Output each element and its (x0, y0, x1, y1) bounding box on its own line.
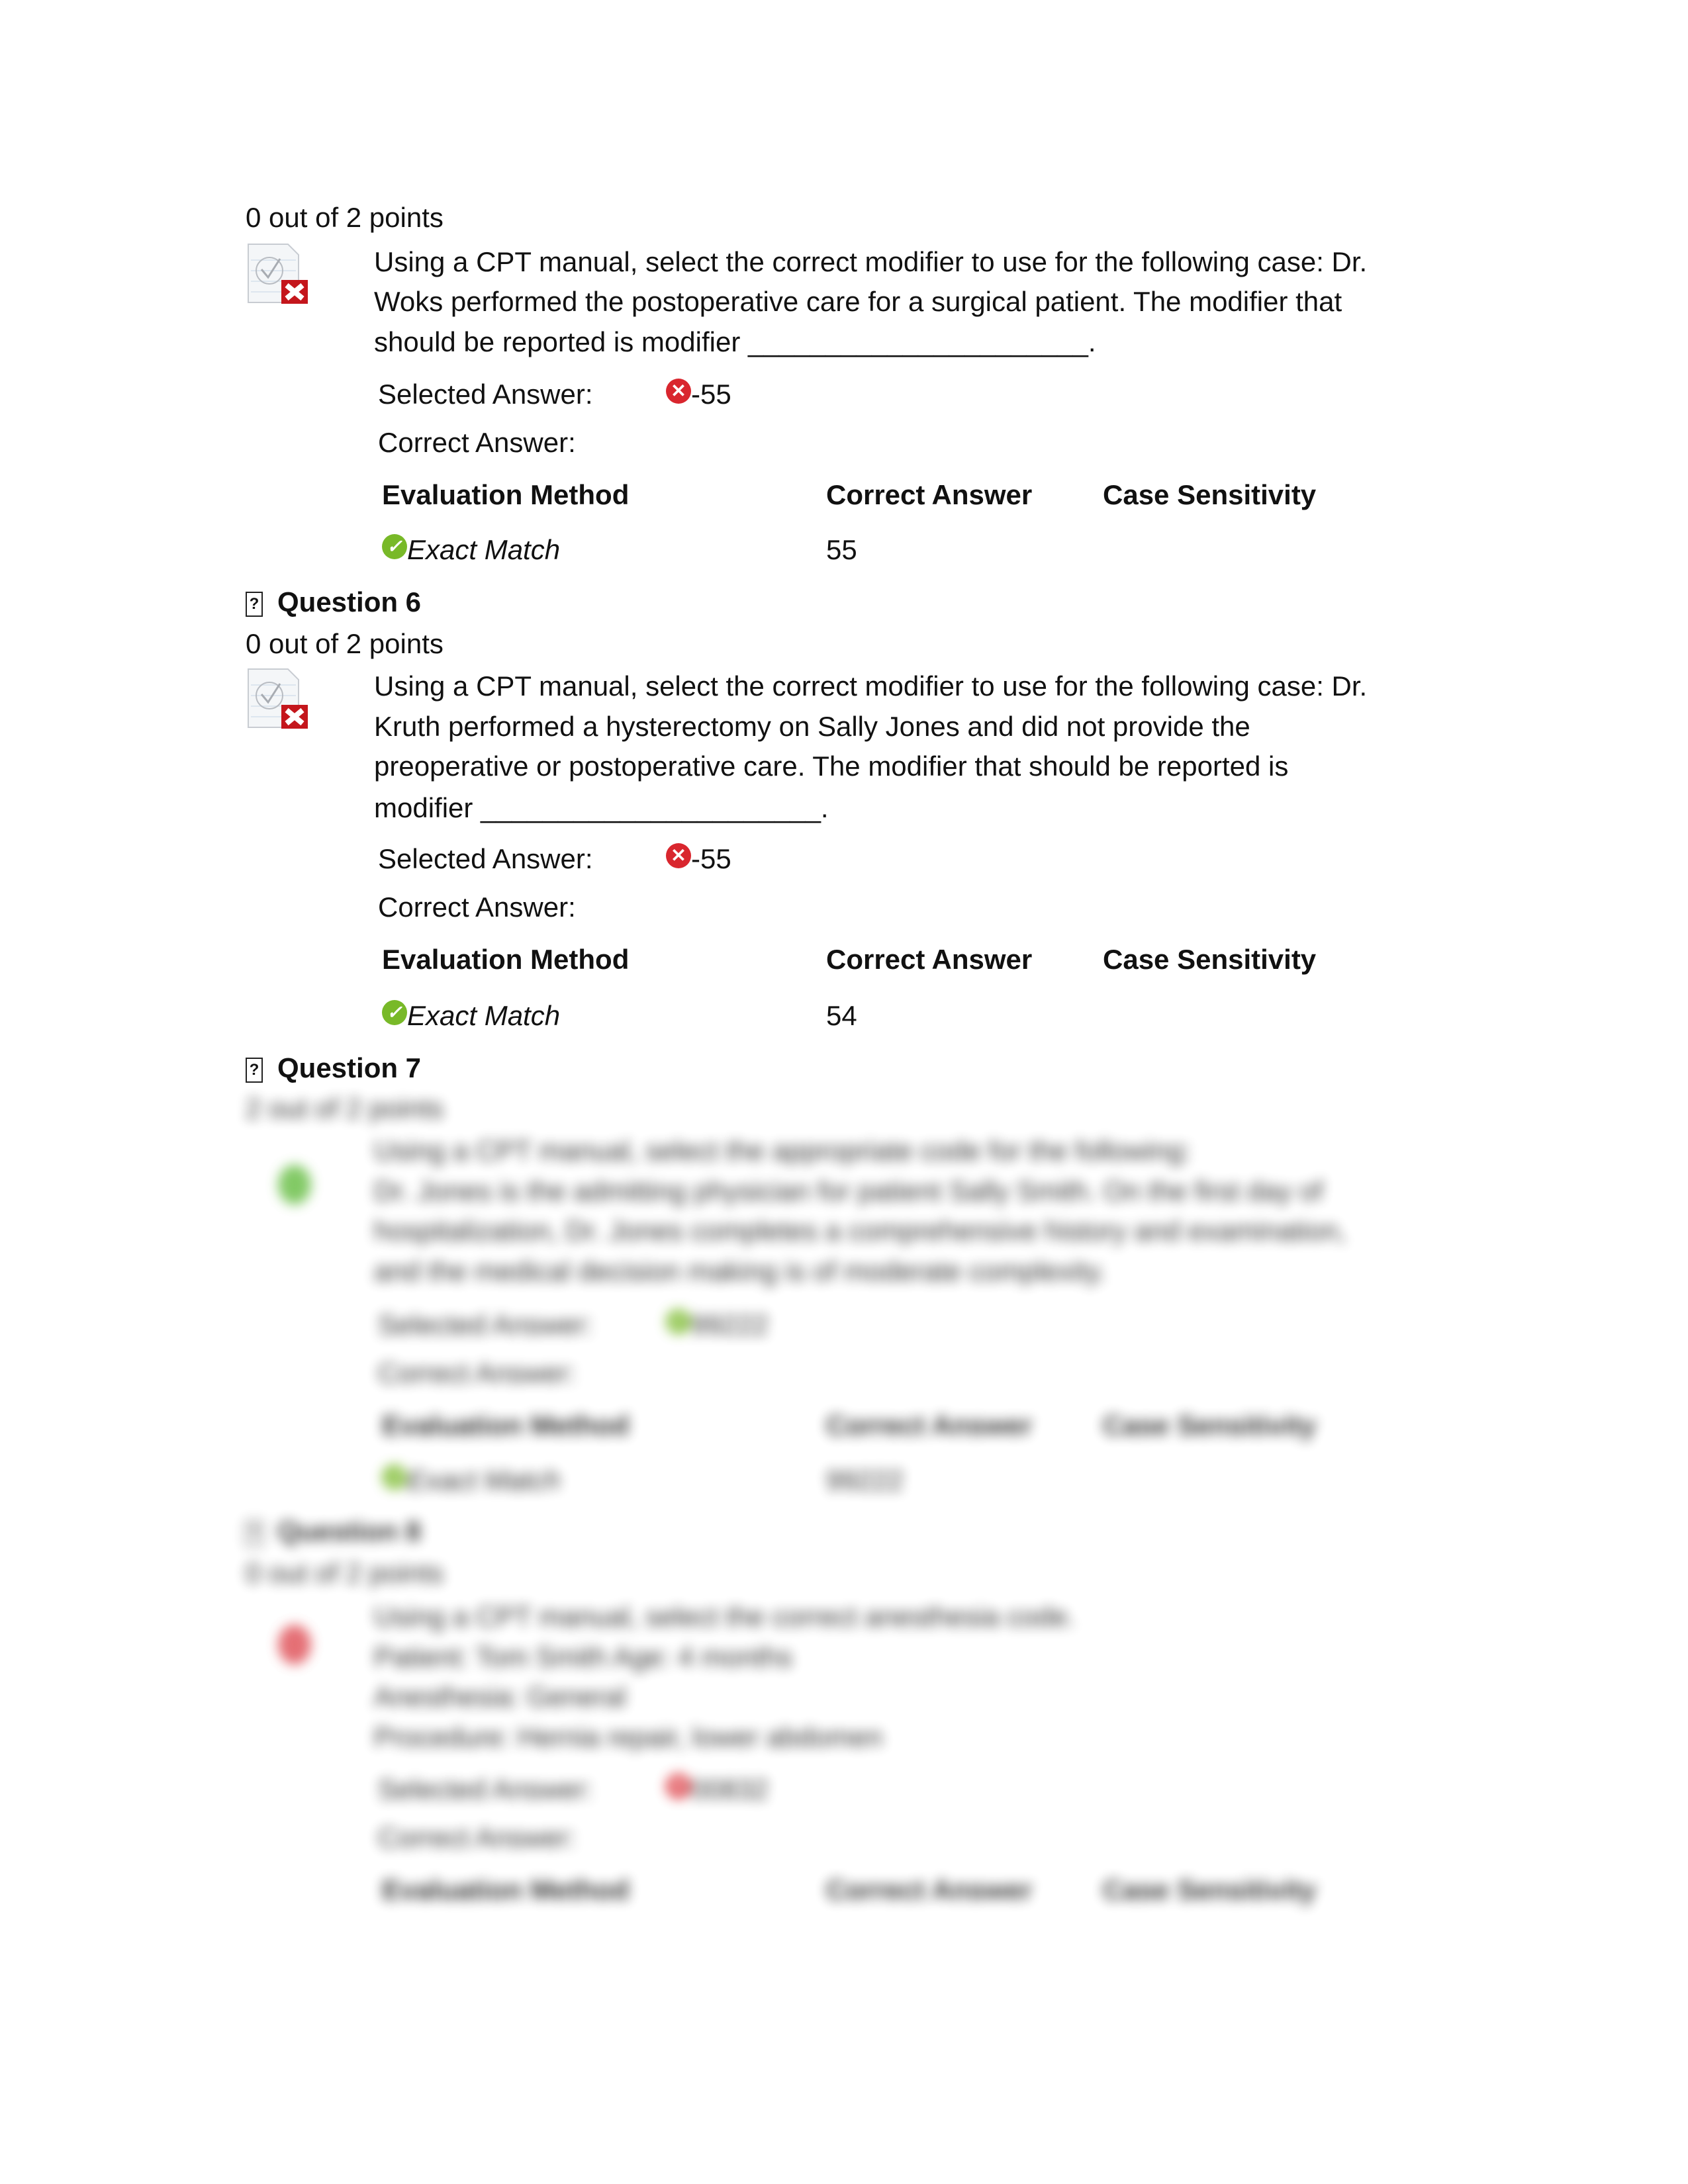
correct-answer-value: 54 (826, 1000, 857, 1031)
check-icon: ✓ (382, 999, 407, 1025)
header-case-sensitivity: Case Sensitivity (1103, 1410, 1317, 1441)
question-title: ? Question 7 (246, 1048, 421, 1088)
header-evaluation-method: Evaluation Method (382, 1874, 630, 1905)
header-evaluation-method: Evaluation Method (382, 1410, 630, 1441)
header-correct-answer: Correct Answer (826, 479, 1033, 510)
selected-answer-value: 99222 (691, 1309, 769, 1340)
correct-icon (278, 1165, 311, 1205)
question-title-text: Question 8 (277, 1516, 422, 1547)
header-correct-answer: Correct Answer (826, 1410, 1033, 1441)
evaluation-method: ✓ Exact Match (382, 996, 560, 1036)
points: 0 out of 2 points (246, 202, 444, 233)
incorrect-icon: ✕ (666, 1773, 691, 1799)
selected-answer: ✓ 99222 (666, 1305, 769, 1345)
header-correct-answer: Correct Answer (826, 944, 1033, 975)
correct-answer-label: Correct Answer: (378, 1357, 576, 1388)
incorrect-icon: ✕ (666, 842, 691, 868)
question-text-line: Using a CPT manual, select the correct m… (374, 246, 1368, 277)
question-title: ? Question 6 (246, 582, 421, 622)
selected-answer: ✕ -55 (666, 839, 731, 879)
question-text-line: Procedure: Hernia repair, lower abdomen (374, 1721, 883, 1752)
points: 2 out of 2 points (246, 1093, 444, 1124)
points: 0 out of 2 points (246, 1557, 444, 1588)
header-evaluation-method: Evaluation Method (382, 944, 630, 975)
header-case-sensitivity: Case Sensitivity (1103, 944, 1317, 975)
incorrect-paper-icon (248, 668, 308, 729)
question-text-line: Using a CPT manual, select the correct a… (374, 1601, 1076, 1632)
incorrect-paper-icon (248, 244, 308, 304)
question-text-line: should be reported is modifier _________… (374, 326, 1096, 357)
correct-answer-label: Correct Answer: (378, 891, 576, 923)
check-icon: ✓ (666, 1308, 691, 1334)
missing-glyph-icon: ? (246, 1057, 263, 1083)
question-text-line: Woks performed the postoperative care fo… (374, 286, 1342, 317)
incorrect-icon: ✕ (666, 378, 691, 404)
question-text-line: Patient: Tom Smith Age: 4 months (374, 1641, 792, 1672)
question-text-line: hospitalization, Dr. Jones completes a c… (374, 1215, 1346, 1246)
selected-answer-label: Selected Answer: (378, 379, 593, 410)
check-icon: ✓ (382, 533, 407, 559)
selected-answer-label: Selected Answer: (378, 843, 593, 874)
check-icon: ✓ (382, 1464, 407, 1490)
question-text-line: Using a CPT manual, select the correct m… (374, 670, 1368, 702)
header-evaluation-method: Evaluation Method (382, 479, 630, 510)
selected-answer-label: Selected Answer: (378, 1309, 593, 1340)
correct-answer-value: 55 (826, 534, 857, 565)
evaluation-method: ✓ Exact Match (382, 1461, 560, 1500)
selected-answer-value: 00832 (691, 1774, 769, 1805)
header-case-sensitivity: Case Sensitivity (1103, 479, 1317, 510)
correct-answer-value: 99222 (826, 1465, 904, 1496)
question-title-text: Question 7 (277, 1052, 422, 1083)
selected-answer: ✕ -55 (666, 375, 731, 414)
question-text-line: Using a CPT manual, select the appropria… (374, 1135, 1192, 1166)
correct-answer-label: Correct Answer: (378, 427, 576, 458)
selected-answer: ✕ 00832 (666, 1770, 769, 1809)
selected-answer-value: -55 (691, 379, 731, 410)
incorrect-icon (278, 1625, 311, 1664)
question-title-text: Question 6 (277, 586, 422, 617)
question-text-line: Anesthesia: General (374, 1681, 626, 1712)
selected-answer-value: -55 (691, 843, 731, 874)
evaluation-method-value: Exact Match (407, 1465, 561, 1496)
points: 0 out of 2 points (246, 628, 444, 659)
question-text-line: Kruth performed a hysterectomy on Sally … (374, 711, 1250, 742)
evaluation-method-value: Exact Match (407, 1000, 561, 1031)
evaluation-method-value: Exact Match (407, 534, 561, 565)
question-title: ? Question 8 (246, 1512, 421, 1551)
question-text-line: Dr. Jones is the admitting physician for… (374, 1175, 1323, 1206)
header-case-sensitivity: Case Sensitivity (1103, 1874, 1317, 1905)
selected-answer-label: Selected Answer: (378, 1774, 593, 1805)
missing-glyph-icon: ? (246, 1520, 263, 1546)
missing-glyph-icon: ? (246, 591, 263, 617)
question-text-line: modifier ______________________. (374, 792, 829, 823)
evaluation-method: ✓ Exact Match (382, 530, 560, 570)
question-text-line: preoperative or postoperative care. The … (374, 751, 1289, 782)
correct-answer-label: Correct Answer: (378, 1822, 576, 1853)
header-correct-answer: Correct Answer (826, 1874, 1033, 1905)
question-text-line: and the medical decision making is of mo… (374, 1255, 1106, 1287)
